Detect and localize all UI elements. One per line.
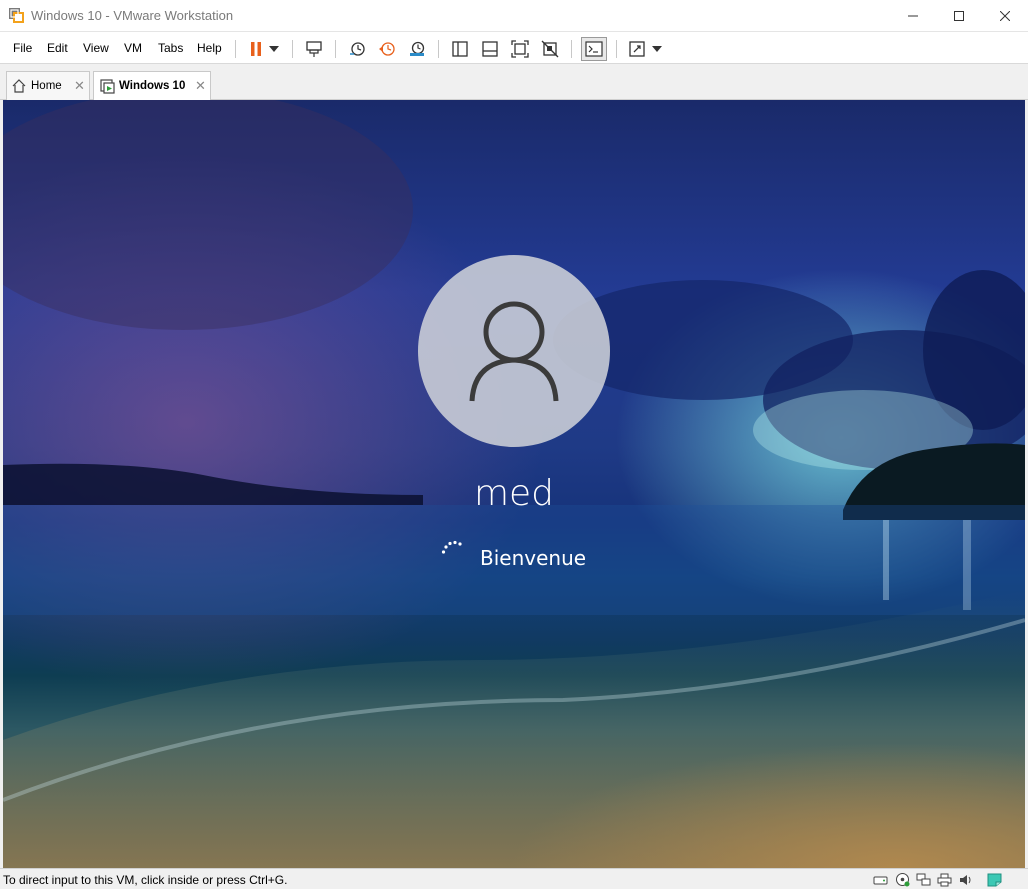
- vm-console-screen[interactable]: med Bienvenue: [3, 100, 1025, 868]
- maximize-icon: [954, 11, 964, 21]
- menu-file[interactable]: File: [13, 41, 32, 55]
- dropdown-icon: [652, 46, 662, 52]
- title-bar[interactable]: Windows 10 - VMware Workstation: [0, 0, 1028, 32]
- menu-toolbar-bar: File Edit View VM Tabs Help: [0, 32, 1028, 64]
- status-bar: To direct input to this VM, click inside…: [0, 868, 1028, 889]
- window-title: Windows 10 - VMware Workstation: [31, 8, 234, 23]
- tab-home[interactable]: Home ✕: [6, 71, 90, 100]
- take-snapshot-button[interactable]: [346, 38, 368, 60]
- show-library-button[interactable]: [449, 38, 471, 60]
- sound-card-button[interactable]: [957, 871, 974, 888]
- tab-windows-10-label: Windows 10: [119, 80, 186, 92]
- user-avatar: [418, 255, 610, 447]
- pause-icon: [251, 42, 261, 56]
- send-ctrl-alt-del-icon: [306, 41, 322, 57]
- minimize-button[interactable]: [890, 0, 936, 32]
- revert-snapshot-button[interactable]: [376, 38, 398, 60]
- full-screen-button[interactable]: [509, 38, 531, 60]
- hard-disk-icon: [873, 876, 888, 884]
- maximize-button[interactable]: [936, 0, 982, 32]
- menu-vm[interactable]: VM: [124, 41, 142, 55]
- stretch-guest-icon: [629, 41, 645, 57]
- message-log-button[interactable]: [986, 871, 1003, 888]
- stretch-guest-button[interactable]: [626, 38, 648, 60]
- menu-view[interactable]: View: [83, 41, 109, 55]
- status-message: To direct input to this VM, click inside…: [3, 873, 288, 887]
- close-tab-icon[interactable]: ✕: [195, 78, 206, 94]
- unity-icon: [541, 40, 559, 58]
- unity-button[interactable]: [539, 38, 561, 60]
- power-dropdown-button[interactable]: [266, 38, 282, 60]
- tab-home-label: Home: [31, 80, 62, 92]
- toolbar-separator: [571, 40, 572, 58]
- user-avatar-icon: [469, 301, 559, 402]
- printer-button[interactable]: [936, 871, 953, 888]
- stretch-dropdown-button[interactable]: [649, 38, 665, 60]
- loading-spinner-icon: [441, 540, 462, 554]
- dropdown-icon: [269, 46, 279, 52]
- tab-bar: Home ✕ Windows 10 ✕: [0, 65, 1028, 100]
- vmware-app-icon: [8, 7, 25, 24]
- menu-tabs[interactable]: Tabs: [158, 41, 183, 55]
- hard-disk-button[interactable]: [872, 871, 889, 888]
- toolbar-separator: [235, 40, 236, 58]
- toolbar-separator: [616, 40, 617, 58]
- snapshot-icon: [350, 42, 365, 56]
- toolbar-separator: [438, 40, 439, 58]
- network-adapter-icon: [916, 873, 931, 886]
- user-name: med: [473, 473, 555, 514]
- sound-card-icon: [960, 874, 971, 885]
- network-adapter-button[interactable]: [915, 871, 932, 888]
- snapshot-manager-button[interactable]: [406, 38, 428, 60]
- thumbnail-bar-icon: [482, 41, 498, 57]
- send-ctrl-alt-del-button[interactable]: [303, 38, 325, 60]
- close-tab-icon[interactable]: ✕: [74, 78, 85, 94]
- cd-dvd-button[interactable]: [894, 871, 911, 888]
- snapshot-manager-icon: [410, 41, 425, 56]
- close-icon: [1000, 11, 1010, 21]
- menu-help[interactable]: Help: [197, 41, 222, 55]
- thumbnail-bar-button[interactable]: [479, 38, 501, 60]
- tab-windows-10[interactable]: Windows 10 ✕: [93, 71, 211, 100]
- cd-dvd-icon: [896, 873, 910, 887]
- toolbar-separator: [292, 40, 293, 58]
- toolbar-separator: [335, 40, 336, 58]
- welcome-message: Bienvenue: [480, 546, 587, 570]
- minimize-icon: [908, 15, 918, 17]
- message-log-icon: [987, 873, 1002, 886]
- revert-snapshot-icon: [379, 42, 395, 56]
- console-view-icon: [585, 41, 603, 57]
- show-library-icon: [452, 41, 468, 57]
- pause-button[interactable]: [245, 38, 267, 60]
- menu-edit[interactable]: Edit: [47, 41, 68, 55]
- home-icon: [12, 79, 26, 93]
- full-screen-icon: [511, 40, 529, 58]
- console-view-button[interactable]: [581, 37, 607, 61]
- close-button[interactable]: [982, 0, 1028, 32]
- printer-icon: [937, 873, 952, 886]
- vm-icon: [100, 79, 115, 94]
